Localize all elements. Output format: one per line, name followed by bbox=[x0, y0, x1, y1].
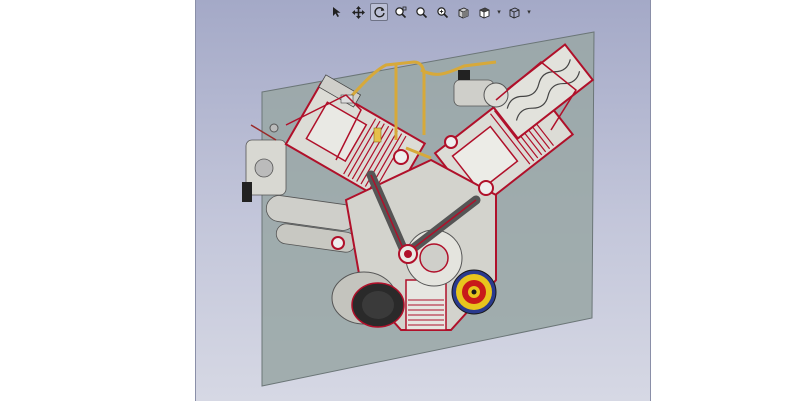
cam-gear-right bbox=[444, 135, 458, 149]
accessory-pulley bbox=[451, 269, 497, 315]
fuel-fitting bbox=[373, 127, 382, 143]
right-piston-pin bbox=[478, 180, 494, 196]
3d-viewport[interactable]: ▾ ▾ bbox=[195, 0, 651, 401]
cam-gear-left bbox=[331, 236, 345, 250]
engine-model-scene[interactable] bbox=[196, 0, 650, 401]
left-piston-pin bbox=[393, 149, 409, 165]
